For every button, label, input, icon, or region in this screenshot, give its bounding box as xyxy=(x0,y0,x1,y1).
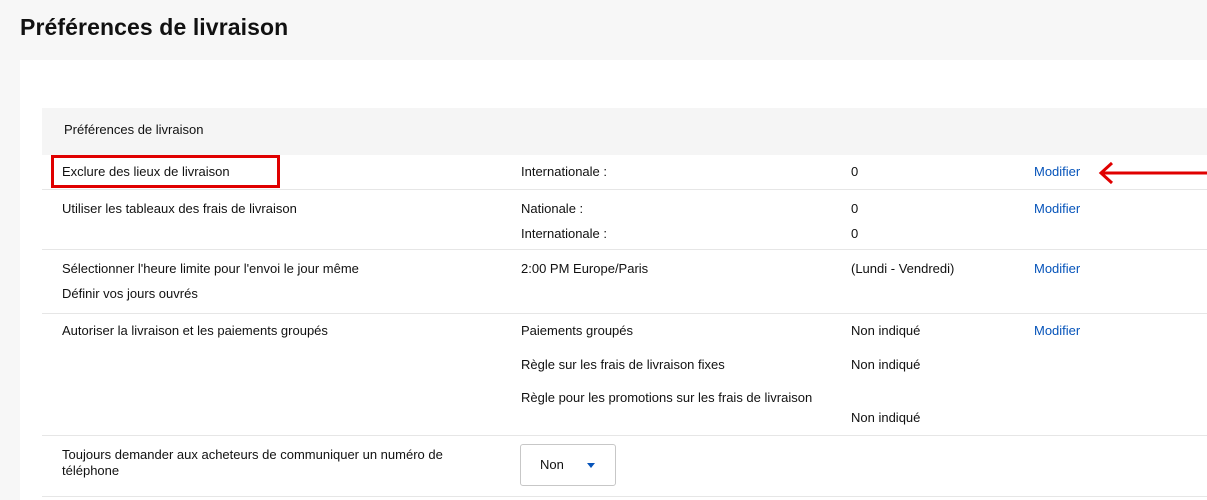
modify-link[interactable]: Modifier xyxy=(1034,261,1080,277)
detail-value: 0 xyxy=(851,226,859,241)
modify-link[interactable]: Modifier xyxy=(1034,323,1080,339)
row-label: Sélectionner l'heure limite pour l'envoi… xyxy=(62,261,359,276)
section-header: Préférences de livraison xyxy=(42,108,1207,155)
settings-row-phone-required: Toujours demander aux acheteurs de commu… xyxy=(42,436,1207,497)
phone-required-select[interactable]: Non xyxy=(520,444,616,486)
page-title: Préférences de livraison xyxy=(20,14,289,40)
settings-row-shipping-tables: Utiliser les tableaux des frais de livra… xyxy=(42,190,1207,250)
row-label: Autoriser la livraison et les paiements … xyxy=(62,323,328,338)
detail-value: Non indiqué xyxy=(851,357,921,372)
settings-row-cutoff-time: Sélectionner l'heure limite pour l'envoi… xyxy=(42,250,1207,314)
row-label: Toujours demander aux acheteurs de commu… xyxy=(62,447,443,478)
row-label: Utiliser les tableaux des frais de livra… xyxy=(62,201,297,216)
settings-row-exclude-locations: Exclure des lieux de livraison Internati… xyxy=(42,155,1207,190)
modify-link[interactable]: Modifier xyxy=(1034,201,1080,217)
settings-row-combined-payments: Autoriser la livraison et les paiements … xyxy=(42,314,1207,436)
detail-name: Internationale : xyxy=(521,226,608,241)
section-header-label: Préférences de livraison xyxy=(64,122,204,137)
detail-value: Non indiqué xyxy=(851,410,921,425)
modify-link[interactable]: Modifier xyxy=(1034,164,1080,180)
detail-name: 2:00 PM Europe/Paris xyxy=(521,261,649,276)
detail-value: Non indiqué xyxy=(851,323,921,338)
business-days-link[interactable]: Définir vos jours ouvrés xyxy=(62,286,198,302)
detail-name: Règle pour les promotions sur les frais … xyxy=(521,390,813,405)
detail-name: Nationale : xyxy=(521,201,584,216)
detail-name: Internationale : xyxy=(521,164,608,179)
row-label: Exclure des lieux de livraison xyxy=(62,164,230,179)
detail-value: (Lundi - Vendredi) xyxy=(851,261,955,276)
detail-name: Paiements groupés xyxy=(521,323,634,338)
select-value: Non xyxy=(540,457,564,472)
detail-value: 0 xyxy=(851,164,859,179)
detail-name: Règle sur les frais de livraison fixes xyxy=(521,357,725,372)
detail-value: 0 xyxy=(851,201,859,216)
chevron-down-icon xyxy=(587,463,595,468)
